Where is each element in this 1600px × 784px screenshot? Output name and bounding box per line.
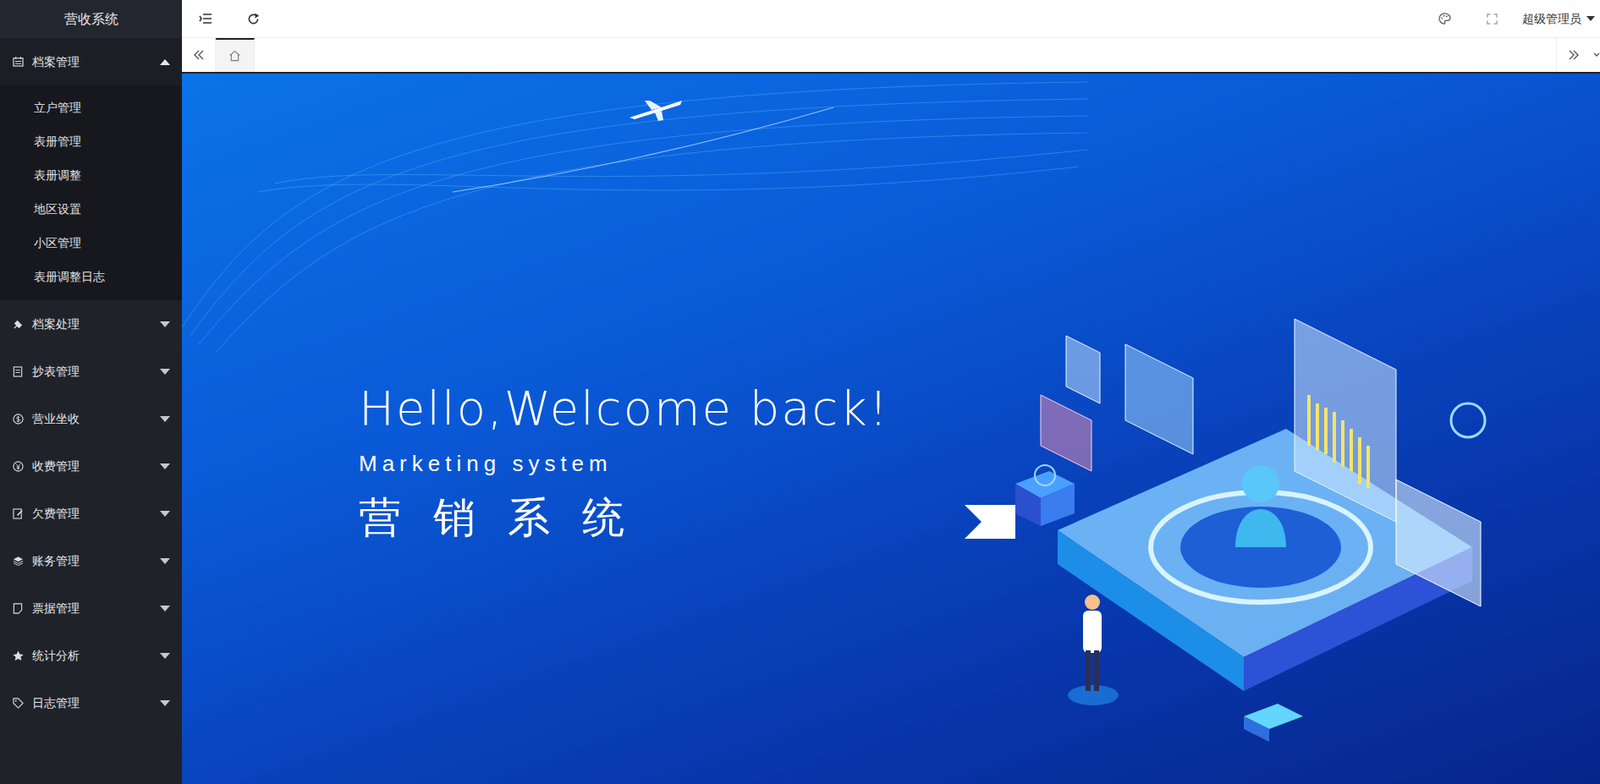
caret-up-icon [159, 59, 171, 66]
refresh-icon[interactable] [229, 0, 277, 38]
sidebar-item[interactable]: 档案处理 [0, 300, 182, 348]
fullscreen-icon[interactable] [1468, 0, 1516, 38]
caret-down-icon [159, 605, 171, 612]
submenu-item[interactable]: 立户管理 [0, 90, 182, 125]
caret-down-icon [159, 321, 171, 328]
sidebar-item[interactable]: 收费管理 [0, 442, 182, 490]
menu-icon [11, 460, 24, 473]
dropdown-caret-icon [1586, 16, 1595, 22]
welcome-subtitle: Marketing system [358, 450, 1600, 479]
welcome-title: 营销系统 [358, 490, 1600, 546]
menu-icon [11, 602, 24, 615]
menu-icon [11, 55, 24, 68]
caret-down-icon [159, 700, 171, 707]
wave-lines-icon [181, 73, 1113, 429]
submenu-item[interactable]: 表册调整 [0, 158, 182, 193]
sidebar-item[interactable]: 账务管理 [0, 537, 182, 585]
tabs-menu-icon[interactable] [1589, 38, 1600, 72]
submenu-item[interactable]: 表册调整日志 [0, 259, 182, 294]
submenu-item[interactable]: 表册管理 [0, 124, 182, 159]
menu-group: 日志管理 [0, 679, 182, 727]
caret-down-icon [159, 416, 171, 423]
sidebar-item[interactable]: 日志管理 [0, 679, 182, 727]
home-icon [228, 49, 242, 62]
menu-group: 收费管理 [0, 442, 182, 490]
sidebar-item[interactable]: 营业坐收 [0, 395, 182, 443]
app-logo[interactable]: 营收系统 [0, 0, 182, 39]
menu-group: 账务管理 [0, 537, 182, 585]
home-tab[interactable] [215, 38, 255, 72]
menu-icon [11, 507, 24, 520]
welcome-banner: Hello,Welcome back! Marketing system 营销系… [181, 73, 1600, 784]
welcome-greeting: Hello,Welcome back! [358, 379, 1600, 437]
menu-toggle-icon[interactable] [181, 0, 230, 38]
sidebar: 营收系统 档案管理立户管理表册管理表册调整地区设置小区管理表册调整日志档案处理抄… [0, 0, 182, 784]
data-platform-illustration [947, 302, 1557, 776]
menu-icon [11, 649, 24, 662]
menu-group: 票据管理 [0, 584, 182, 633]
tabs-left-icon[interactable] [181, 38, 216, 72]
theme-icon[interactable] [1420, 0, 1469, 38]
menu-icon [11, 412, 24, 425]
caret-down-icon [159, 368, 171, 375]
caret-down-icon [159, 558, 171, 565]
menu-group: 营业坐收 [0, 395, 182, 443]
menu-group: 抄表管理 [0, 347, 182, 396]
menu-group: 欠费管理 [0, 489, 182, 538]
menu-group: 统计分析 [0, 632, 182, 680]
top-header: 超级管理员 [181, 0, 1600, 39]
menu-group: 档案处理 [0, 300, 182, 348]
menu-icon [11, 555, 24, 567]
sidebar-item[interactable]: 欠费管理 [0, 489, 182, 538]
sidebar-item[interactable]: 票据管理 [0, 584, 182, 633]
menu-icon [11, 365, 24, 378]
submenu-item[interactable]: 小区管理 [0, 225, 182, 260]
airplane-icon [626, 97, 686, 123]
menu-group: 档案管理立户管理表册管理表册调整地区设置小区管理表册调整日志 [0, 38, 182, 301]
menu-icon [11, 318, 24, 330]
submenu: 立户管理表册管理表册调整地区设置小区管理表册调整日志 [0, 85, 182, 301]
sidebar-item[interactable]: 统计分析 [0, 632, 182, 680]
caret-down-icon [159, 463, 171, 470]
sidebar-item[interactable]: 档案管理 [0, 38, 182, 86]
menu-icon [11, 697, 24, 710]
caret-down-icon [159, 653, 171, 660]
caret-down-icon [159, 511, 171, 517]
sidebar-item[interactable]: 抄表管理 [0, 347, 182, 396]
submenu-item[interactable]: 地区设置 [0, 192, 182, 226]
user-menu[interactable]: 超级管理员 [1515, 0, 1600, 38]
tabs-right-icon[interactable] [1556, 38, 1590, 72]
tab-bar [181, 38, 1600, 74]
